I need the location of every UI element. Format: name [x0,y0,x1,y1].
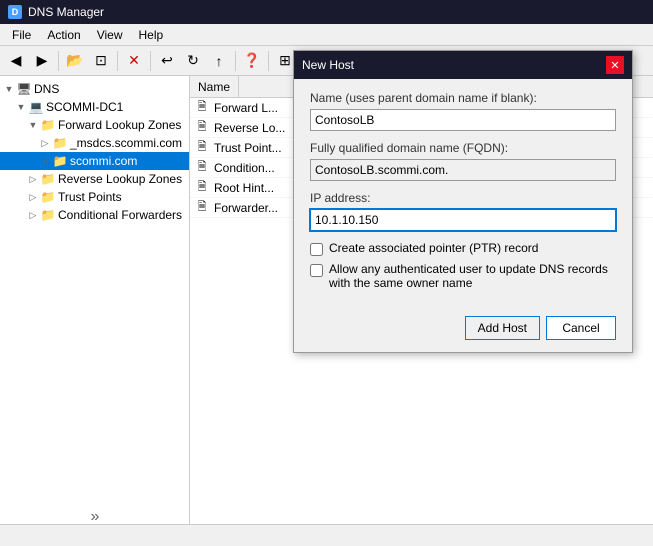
title-bar: D DNS Manager [0,0,653,24]
sep2 [117,51,118,71]
name-column-header: Name [190,76,239,97]
tree-label-msdcs: _msdcs.scommi.com [70,136,182,150]
app-icon: D [8,5,22,19]
list-icon-5: 🗎 [194,200,210,216]
list-icon-4: 🗎 [194,180,210,196]
list-label-5: Forwarder... [214,201,278,215]
list-icon-3: 🗎 [194,160,210,176]
list-label-4: Root Hint... [214,181,274,195]
expand-forward-icon[interactable]: ▼ [26,118,40,132]
list-label-2: Trust Point... [214,141,282,155]
reverse-icon: 📁 [40,171,56,187]
refresh2-button[interactable]: ↻ [181,49,205,73]
server-icon: 💻 [28,99,44,115]
expand-trust-icon[interactable]: ▷ [26,190,40,204]
checkbox-ptr-row: Create associated pointer (PTR) record [310,241,616,256]
sep5 [268,51,269,71]
dialog-body: Name (uses parent domain name if blank):… [294,79,632,308]
expand-msdcs-icon[interactable]: ▷ [38,136,52,150]
sep4 [235,51,236,71]
name-input[interactable] [310,109,616,131]
add-host-button[interactable]: Add Host [465,316,540,340]
tree-label-forward: Forward Lookup Zones [58,118,181,132]
help-button[interactable]: ❓ [240,49,264,73]
list-icon-0: 🗎 [194,100,210,116]
forward-folder-icon: 📁 [40,117,56,133]
auth-label: Allow any authenticated user to update D… [329,262,616,290]
expand-scommi-icon[interactable]: ▷ [38,154,52,168]
tree-label-dns: DNS [34,82,59,96]
menu-bar: File Action View Help [0,24,653,46]
dialog-footer: Add Host Cancel [294,308,632,352]
ip-input[interactable] [310,209,616,231]
msdcs-icon: 📁 [52,135,68,151]
menu-file[interactable]: File [4,26,39,44]
open-button[interactable]: 📂 [63,49,87,73]
double-arrow-icon: » [87,504,104,524]
tree-item-scommi[interactable]: ▷ 📁 scommi.com [0,152,189,170]
list-label-0: Forward L... [214,101,278,115]
name-label: Name (uses parent domain name if blank): [310,91,616,105]
tree-item-server[interactable]: ▼ 💻 SCOMMI-DC1 [0,98,189,116]
dialog-close-button[interactable]: ✕ [606,56,624,74]
dialog-title-bar: New Host ✕ [294,51,632,79]
fqdn-input [310,159,616,181]
up-button[interactable]: ↑ [207,49,231,73]
new-host-dialog: New Host ✕ Name (uses parent domain name… [293,50,633,353]
fqdn-label: Fully qualified domain name (FQDN): [310,141,616,155]
tree-label-reverse: Reverse Lookup Zones [58,172,182,186]
auth-checkbox[interactable] [310,264,323,277]
list-icon-2: 🗎 [194,140,210,156]
sep3 [150,51,151,71]
ptr-checkbox[interactable] [310,243,323,256]
ptr-label: Create associated pointer (PTR) record [329,241,538,255]
conditional-icon: 📁 [40,207,56,223]
expand-handle[interactable]: » [0,508,190,524]
app-title: DNS Manager [28,5,104,19]
expand-icon[interactable]: ▼ [2,82,16,96]
expand-conditional-icon[interactable]: ▷ [26,208,40,222]
tree-item-dns[interactable]: ▼ 🖥 DNS [0,80,189,98]
tree-item-trust[interactable]: ▷ 📁 Trust Points [0,188,189,206]
view-button[interactable]: ⊡ [89,49,113,73]
forward-button[interactable]: ▶ [30,49,54,73]
refresh1-button[interactable]: ↩ [155,49,179,73]
tree-item-reverse[interactable]: ▷ 📁 Reverse Lookup Zones [0,170,189,188]
trust-icon: 📁 [40,189,56,205]
list-label-3: Condition... [214,161,275,175]
menu-help[interactable]: Help [131,26,172,44]
menu-action[interactable]: Action [39,26,88,44]
tree-label-server: SCOMMI-DC1 [46,100,123,114]
list-icon-1: 🗎 [194,120,210,136]
tree-item-msdcs[interactable]: ▷ 📁 _msdcs.scommi.com [0,134,189,152]
expand-server-icon[interactable]: ▼ [14,100,28,114]
status-bar [0,524,653,546]
ip-label: IP address: [310,191,616,205]
tree-label-trust: Trust Points [58,190,122,204]
nav-arrows: ◀ ▶ [4,49,54,73]
tree-panel: ▼ 🖥 DNS ▼ 💻 SCOMMI-DC1 ▼ 📁 Forward Looku… [0,76,190,524]
sep1 [58,51,59,71]
menu-view[interactable]: View [89,26,131,44]
tree-label-conditional: Conditional Forwarders [58,208,182,222]
scommi-icon: 📁 [52,153,68,169]
tree-item-conditional[interactable]: ▷ 📁 Conditional Forwarders [0,206,189,224]
dns-icon: 🖥 [16,81,32,97]
tree-item-forward[interactable]: ▼ 📁 Forward Lookup Zones [0,116,189,134]
tree-label-scommi: scommi.com [70,154,137,168]
back-button[interactable]: ◀ [4,49,28,73]
cancel-button[interactable]: Cancel [546,316,616,340]
checkbox-auth-row: Allow any authenticated user to update D… [310,262,616,290]
list-label-1: Reverse Lo... [214,121,285,135]
expand-reverse-icon[interactable]: ▷ [26,172,40,186]
dialog-title: New Host [302,58,354,72]
delete-button[interactable]: ✕ [122,49,146,73]
